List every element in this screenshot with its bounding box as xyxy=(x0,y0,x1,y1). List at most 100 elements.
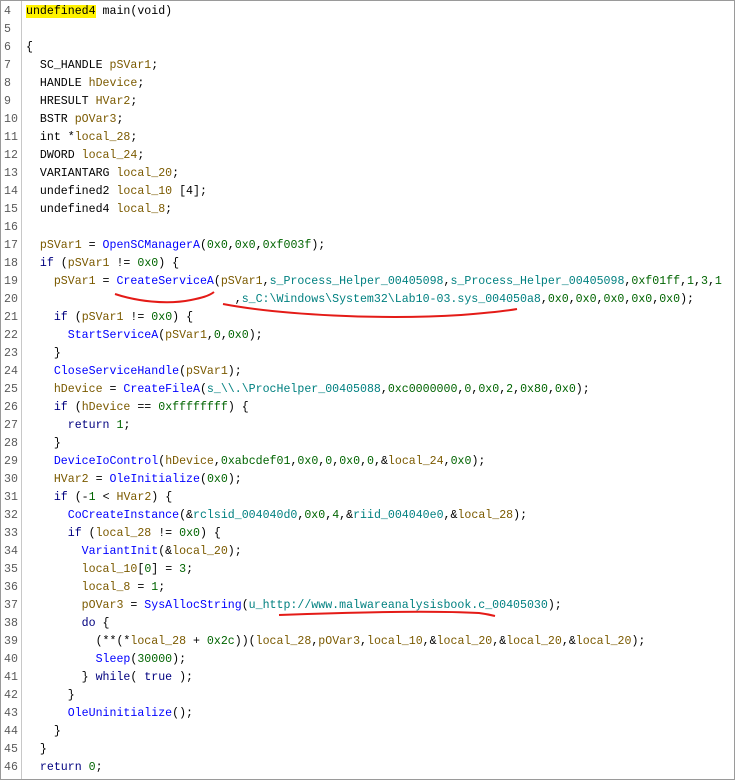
token-op: VARIANTARG xyxy=(26,167,117,180)
token-op xyxy=(26,563,82,576)
token-op: ; xyxy=(116,113,124,126)
code-line[interactable]: 19 pSVar1 = CreateServiceA(pSVar1,s_Proc… xyxy=(1,273,734,291)
token-op: BSTR xyxy=(26,113,75,126)
code-line[interactable]: 41 } while( true ); xyxy=(1,669,734,687)
token-var: local_24 xyxy=(81,149,138,162)
code-line[interactable]: 25 hDevice = CreateFileA(s_\\.\ProcHelpe… xyxy=(1,381,734,399)
line-number: 28 xyxy=(4,437,18,450)
token-op: ); xyxy=(311,239,326,252)
code-line[interactable]: 29 DeviceIoControl(hDevice,0xabcdef01,0x… xyxy=(1,453,734,471)
code-line[interactable]: 44 } xyxy=(1,723,734,741)
token-kw: return xyxy=(67,419,110,432)
code-line[interactable]: 40 Sleep(30000); xyxy=(1,651,734,669)
token-op: , xyxy=(206,329,214,342)
token-op: ,& xyxy=(561,635,576,648)
token-var: local_28 xyxy=(457,509,514,522)
code-line[interactable]: 39 (**(*local_28 + 0x2c))(local_28,pOVar… xyxy=(1,633,734,651)
token-op: = xyxy=(81,239,103,252)
line-number: 20 xyxy=(4,293,18,306)
code-line[interactable]: 38 do { xyxy=(1,615,734,633)
line-number: 36 xyxy=(4,581,18,594)
code-line[interactable]: 20 ,s_C:\Windows\System32\Lab10-03.sys_0… xyxy=(1,291,734,309)
token-var: local_28 xyxy=(74,131,131,144)
code-line[interactable]: 32 CoCreateInstance(&rclsid_004040d0,0x0… xyxy=(1,507,734,525)
token-kw: true xyxy=(144,671,173,684)
code-line[interactable]: 37 pOVar3 = SysAllocString(u_http://www.… xyxy=(1,597,734,615)
token-var: pSVar1 xyxy=(186,365,228,378)
code-line[interactable]: 7 SC_HANDLE pSVar1; xyxy=(1,57,734,75)
token-var: HVar2 xyxy=(53,473,89,486)
token-num: 0x0 xyxy=(631,293,653,306)
code-line[interactable]: 31 if (-1 < HVar2) { xyxy=(1,489,734,507)
token-kw: return xyxy=(39,761,82,774)
code-line[interactable]: 21 if (pSVar1 != 0x0) { xyxy=(1,309,734,327)
code-line[interactable]: 14 undefined2 local_10 [4]; xyxy=(1,183,734,201)
token-op xyxy=(26,527,68,540)
code-line[interactable]: 27 return 1; xyxy=(1,417,734,435)
token-var: pSVar1 xyxy=(53,275,96,288)
code-line[interactable]: 34 VariantInit(&local_20); xyxy=(1,543,734,561)
code-line[interactable]: 35 local_10[0] = 3; xyxy=(1,561,734,579)
decompiler-code-view[interactable]: 4 undefined4 main(void) 5 6{7 SC_HANDLE pSV… xyxy=(0,0,735,780)
line-number: 39 xyxy=(4,635,18,648)
token-op: , xyxy=(547,383,555,396)
token-num: 0 xyxy=(213,329,221,342)
line-number: 33 xyxy=(4,527,18,540)
code-line[interactable]: 8 HANDLE hDevice; xyxy=(1,75,734,93)
code-line[interactable]: 46 return 0; xyxy=(1,759,734,777)
token-op xyxy=(26,419,68,432)
code-text: HRESULT HVar2; xyxy=(26,93,137,111)
token-op: ( xyxy=(241,599,249,612)
code-line[interactable]: 10 BSTR pOVar3; xyxy=(1,111,734,129)
code-line[interactable]: 6{ xyxy=(1,39,734,57)
code-line[interactable]: 17 pSVar1 = OpenSCManagerA(0x0,0x0,0xf00… xyxy=(1,237,734,255)
token-op: } xyxy=(26,437,61,450)
code-line[interactable]: 42 } xyxy=(1,687,734,705)
code-line[interactable]: 26 if (hDevice == 0xffffffff) { xyxy=(1,399,734,417)
code-text: } xyxy=(26,741,47,759)
code-line[interactable]: 22 StartServiceA(pSVar1,0,0x0); xyxy=(1,327,734,345)
code-line[interactable]: 18 if (pSVar1 != 0x0) { xyxy=(1,255,734,273)
token-num: 1 xyxy=(714,275,722,288)
code-line[interactable]: 5 xyxy=(1,21,734,39)
token-var: pSVar1 xyxy=(109,59,152,72)
token-var: local_8 xyxy=(116,203,166,216)
code-line[interactable]: 12 DWORD local_24; xyxy=(1,147,734,165)
code-line[interactable]: 43 OleUninitialize(); xyxy=(1,705,734,723)
code-line[interactable]: 15 undefined4 local_8; xyxy=(1,201,734,219)
code-text: } xyxy=(26,687,75,705)
token-var: hDevice xyxy=(165,455,214,468)
token-op: ( xyxy=(53,257,68,270)
code-line[interactable]: 33 if (local_28 != 0x0) { xyxy=(1,525,734,543)
token-op: ); xyxy=(513,509,528,522)
line-number: 15 xyxy=(4,203,18,216)
code-line[interactable]: 24 CloseServiceHandle(pSVar1); xyxy=(1,363,734,381)
code-line[interactable]: 23 } xyxy=(1,345,734,363)
code-line[interactable]: 45 } xyxy=(1,741,734,759)
token-op: ) { xyxy=(158,257,180,270)
code-line[interactable]: 28 } xyxy=(1,435,734,453)
code-line[interactable]: 36 local_8 = 1; xyxy=(1,579,734,597)
token-num: 0x2c xyxy=(206,635,235,648)
code-text: local_10[0] = 3; xyxy=(26,561,193,579)
line-number: 45 xyxy=(4,743,18,756)
token-kw: if xyxy=(53,401,68,414)
token-fn: SysAllocString xyxy=(144,599,242,612)
token-num: 1 xyxy=(687,275,695,288)
token-num: 0xf003f xyxy=(262,239,312,252)
code-line[interactable]: 16 xyxy=(1,219,734,237)
code-line[interactable]: 9 HRESULT HVar2; xyxy=(1,93,734,111)
token-op: , xyxy=(380,383,388,396)
token-hl: undefined4 xyxy=(26,5,96,18)
code-line[interactable]: 30 HVar2 = OleInitialize(0x0); xyxy=(1,471,734,489)
code-line[interactable]: 11 int *local_28; xyxy=(1,129,734,147)
token-op: ))( xyxy=(234,635,256,648)
token-op: } xyxy=(26,725,61,738)
token-var: local_20 xyxy=(506,635,562,648)
token-glob: s_Process_Helper_00405098 xyxy=(269,275,444,288)
code-line[interactable]: 13 VARIANTARG local_20; xyxy=(1,165,734,183)
token-op: { xyxy=(26,41,33,54)
code-line[interactable]: 4 undefined4 main(void) xyxy=(1,3,734,21)
token-op: ( xyxy=(67,311,82,324)
code-text: undefined4 main(void) xyxy=(26,3,172,21)
